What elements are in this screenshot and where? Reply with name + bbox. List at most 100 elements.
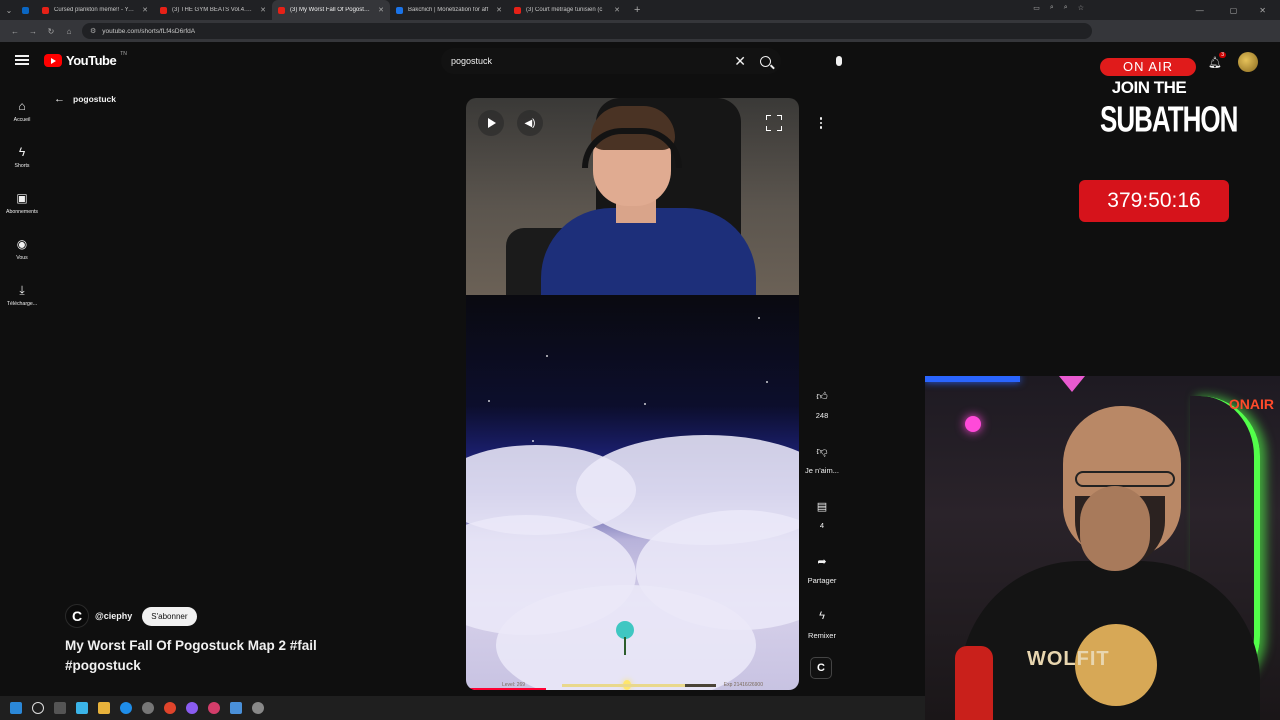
you-icon: ◉ <box>16 236 28 251</box>
close-tab-icon[interactable]: ✕ <box>378 6 384 14</box>
home-icon: ⌂ <box>18 98 26 113</box>
like-action[interactable]: 👍︎ 248 <box>801 383 843 438</box>
thumbs-up-icon[interactable]: 👍︎ <box>809 383 835 409</box>
bookmark-star-icon[interactable]: ☆ <box>1078 4 1084 12</box>
subscribe-button[interactable]: S'abonner <box>142 606 197 626</box>
hud-exp: Exp 21416/26900 <box>723 682 763 688</box>
start-menu-icon[interactable] <box>10 702 22 714</box>
youtube-logo[interactable]: YouTube TN <box>44 51 127 68</box>
comment-icon[interactable]: ▤ <box>809 493 835 519</box>
back-to-search[interactable]: ← pogostuck <box>54 93 116 105</box>
edge-icon[interactable] <box>120 702 132 714</box>
obs-icon[interactable] <box>252 702 264 714</box>
account-avatar[interactable] <box>1238 52 1258 72</box>
chrome-icon[interactable] <box>164 702 176 714</box>
neon-sign: ONAIR <box>1228 396 1274 412</box>
youtube-favicon-icon <box>514 6 521 14</box>
streamer-webcam: ONAIR WOLFIT <box>925 376 1280 720</box>
browser-tab[interactable]: Cursed plankton meme!! - YouTube ✕ <box>36 0 154 20</box>
browser-tab[interactable]: (3) Court métrage tunisien (c ✕ <box>508 0 626 20</box>
tab-search-icon[interactable]: ⌄ <box>0 6 18 15</box>
app-icon[interactable] <box>208 702 220 714</box>
subathon-text: SUBATHON <box>1100 98 1238 140</box>
close-tab-icon[interactable]: ✕ <box>496 6 502 14</box>
remix-icon[interactable]: ϟ <box>809 603 835 629</box>
like-count: 248 <box>815 411 829 420</box>
search-term-label: pogostuck <box>73 94 116 104</box>
remix-action[interactable]: ϟ Remixer <box>801 603 843 658</box>
tab-title: Cursed plankton meme!! - YouTube <box>54 7 137 13</box>
forward-nav-icon[interactable]: → <box>24 27 42 36</box>
linkedin-favicon-icon <box>22 6 29 14</box>
on-air-badge: ON AIR <box>1100 58 1196 76</box>
sidebar-item-label: Vous <box>16 254 28 261</box>
close-window-icon[interactable]: ✕ <box>1259 6 1266 15</box>
browser-tab[interactable] <box>18 0 36 20</box>
sidebar-item-label: Shorts <box>14 162 30 169</box>
share-page-icon[interactable]: ⌕ <box>1064 4 1068 12</box>
reload-icon[interactable]: ↻ <box>42 27 60 36</box>
sidebar-item-label: Télécharge... <box>6 300 38 307</box>
search-icon[interactable] <box>760 55 771 67</box>
speaker-icon: ◀︎) <box>524 117 536 129</box>
fullscreen-button[interactable] <box>763 112 785 134</box>
search-input[interactable]: pogostuck <box>451 56 734 66</box>
task-view-icon[interactable] <box>54 702 66 714</box>
sidebar-item-label: Accueil <box>13 116 31 123</box>
share-icon[interactable]: ➦ <box>809 548 835 574</box>
back-nav-icon[interactable]: ← <box>6 27 24 36</box>
playback-progress-bar[interactable] <box>466 688 546 690</box>
file-explorer-icon[interactable] <box>98 702 110 714</box>
new-tab-icon[interactable]: + <box>626 4 648 16</box>
site-info-icon[interactable]: ⚙ <box>90 27 96 35</box>
sidebar-item-you[interactable]: ◉ Vous <box>0 226 44 272</box>
youtube-favicon-icon <box>160 6 167 14</box>
discord-icon[interactable] <box>186 702 198 714</box>
sidebar-item-home[interactable]: ⌂ Accueil <box>0 88 44 134</box>
close-tab-icon[interactable]: ✕ <box>260 6 266 14</box>
comments-action[interactable]: ▤ 4 <box>801 493 843 548</box>
dislike-label: Je n'aim... <box>805 466 839 475</box>
close-tab-icon[interactable]: ✕ <box>614 6 620 14</box>
sound-source-avatar[interactable]: C <box>810 657 832 679</box>
search-box[interactable]: pogostuck ✕ <box>441 48 781 74</box>
dislike-action[interactable]: 👎︎ Je n'aim... <box>801 438 843 493</box>
maximize-icon[interactable]: ▢ <box>1230 6 1238 15</box>
minimize-icon[interactable]: — <box>1196 6 1204 15</box>
sidebar-item-subscriptions[interactable]: ▣ Abonnements <box>0 180 44 226</box>
volume-button[interactable]: ◀︎) <box>517 110 543 136</box>
back-arrow-icon[interactable]: ← <box>54 93 65 105</box>
thumbs-down-icon[interactable]: 👎︎ <box>809 438 835 464</box>
hamburger-menu-icon[interactable] <box>15 53 29 67</box>
taskbar-search-icon[interactable] <box>32 702 44 714</box>
home-nav-icon[interactable]: ⌂ <box>60 27 78 36</box>
tab-title: (3) THE GYM BEATS Vol.4.3 - T <box>172 7 256 13</box>
share-action[interactable]: ➦ Partager <box>801 548 843 603</box>
browser-tab[interactable]: (3) THE GYM BEATS Vol.4.3 - T ✕ <box>154 0 272 20</box>
telegram-icon[interactable] <box>230 702 242 714</box>
close-tab-icon[interactable]: ✕ <box>142 6 148 14</box>
clear-search-icon[interactable]: ✕ <box>734 53 746 70</box>
more-options-button[interactable] <box>810 112 832 134</box>
sidebar-item-shorts[interactable]: ϟ Shorts <box>0 134 44 180</box>
channel-name[interactable]: @ciephy <box>95 611 132 621</box>
browser-tab[interactable]: Bakchich | Monetization for aff ✕ <box>390 0 508 20</box>
settings-icon[interactable] <box>142 702 154 714</box>
hud-exp-bar <box>562 683 716 687</box>
url-field[interactable]: ⚙ youtube.com/shorts/fLf4sD6rfdA <box>82 23 1092 39</box>
tab-title: Bakchich | Monetization for aff <box>408 7 489 13</box>
video-title[interactable]: My Worst Fall Of Pogostuck Map 2 #fail #… <box>65 636 365 676</box>
zoom-icon[interactable]: ⌕ <box>1050 4 1054 12</box>
voice-search-button[interactable] <box>828 50 850 72</box>
install-app-icon[interactable]: ▭ <box>1033 4 1040 12</box>
logo-wordmark: YouTube <box>66 53 117 68</box>
notifications-bell-icon[interactable]: 🔔︎ 3 <box>1208 52 1226 69</box>
channel-avatar[interactable]: C <box>65 604 89 628</box>
comment-count: 4 <box>819 521 825 530</box>
browser-tab-active[interactable]: (3) My Worst Fall Of Pogostuck ✕ <box>272 0 390 20</box>
copilot-icon[interactable] <box>76 702 88 714</box>
shorts-video-player[interactable]: Level: 269 Exp 21416/26900 ◀︎) <box>466 98 799 690</box>
sidebar-item-downloads[interactable]: ⤓ Télécharge... <box>0 272 44 318</box>
play-button[interactable] <box>478 110 504 136</box>
masthead-actions: 🔔︎ 3 <box>1208 52 1258 72</box>
